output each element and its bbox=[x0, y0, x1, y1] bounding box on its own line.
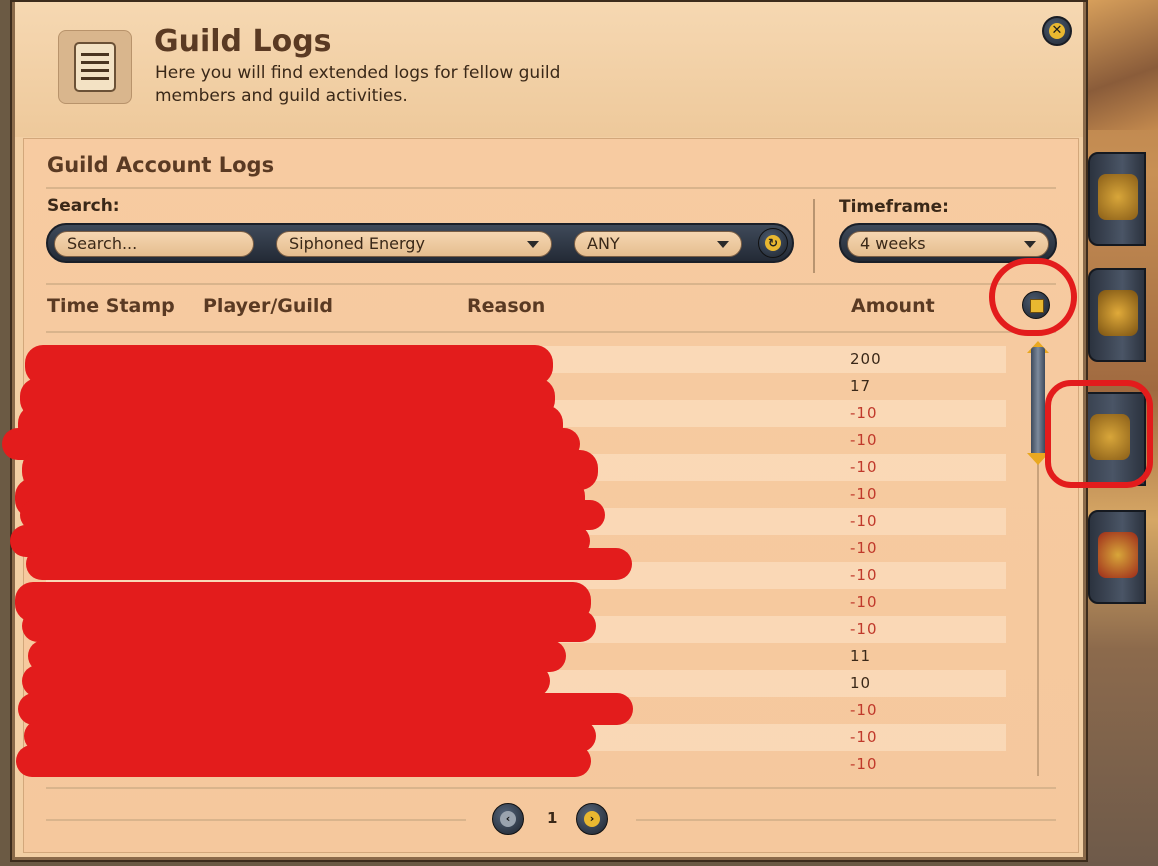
window-subtitle: Here you will find extended logs for fel… bbox=[155, 63, 561, 106]
amount-cell: 200 bbox=[850, 350, 882, 368]
amount-cell: -10 bbox=[850, 728, 878, 746]
close-button[interactable]: ✕ bbox=[1042, 16, 1072, 46]
bell-icon bbox=[1098, 174, 1138, 220]
next-page-button[interactable]: › bbox=[576, 803, 608, 835]
timeframe-bar: 4 weeks bbox=[839, 223, 1057, 263]
amount-cell: -10 bbox=[850, 755, 878, 773]
chevron-down-icon bbox=[527, 241, 539, 248]
amount-cell: -10 bbox=[850, 701, 878, 719]
window-title: Guild Logs bbox=[154, 24, 332, 59]
amount-cell: -10 bbox=[850, 620, 878, 638]
hud-button-guild-list[interactable] bbox=[1088, 268, 1146, 362]
section-title: Guild Account Logs bbox=[47, 153, 275, 177]
divider bbox=[46, 819, 466, 821]
page-number: 1 bbox=[547, 809, 558, 827]
amount-cell: -10 bbox=[850, 512, 878, 530]
column-header-player-guild[interactable]: Player/Guild bbox=[203, 295, 333, 317]
amount-cell: -10 bbox=[850, 539, 878, 557]
column-header-time-stamp[interactable]: Time Stamp bbox=[47, 295, 175, 317]
divider bbox=[636, 819, 1056, 821]
refresh-button[interactable]: ↻ bbox=[758, 228, 788, 258]
annotation-circle bbox=[1045, 380, 1153, 488]
list-icon bbox=[1098, 290, 1138, 336]
scroll-track bbox=[1037, 446, 1039, 776]
amount-cell: 11 bbox=[850, 647, 872, 665]
amount-cell: -10 bbox=[850, 593, 878, 611]
chevron-down-icon bbox=[717, 241, 729, 248]
amount-cell: -10 bbox=[850, 566, 878, 584]
redaction-mark bbox=[26, 548, 632, 580]
divider bbox=[46, 787, 1056, 789]
search-label: Search: bbox=[47, 196, 120, 216]
amount-cell: -10 bbox=[850, 404, 878, 422]
vertical-divider bbox=[813, 199, 815, 273]
hud-button-guild-alliance[interactable] bbox=[1088, 510, 1146, 604]
search-placeholder: Search... bbox=[67, 234, 138, 253]
annotation-circle bbox=[989, 258, 1077, 336]
column-header-reason[interactable]: Reason bbox=[467, 295, 545, 317]
timeframe-dropdown[interactable]: 4 weeks bbox=[847, 231, 1049, 257]
refresh-icon: ↻ bbox=[765, 235, 781, 251]
close-icon: ✕ bbox=[1049, 23, 1065, 39]
chevron-down-icon bbox=[1024, 241, 1036, 248]
shield-icon bbox=[1098, 532, 1138, 578]
column-header-amount[interactable]: Amount bbox=[851, 295, 935, 317]
type-filter-value: ANY bbox=[587, 234, 620, 253]
hud-button-guild-hall[interactable] bbox=[1088, 152, 1146, 246]
redaction-mark bbox=[16, 745, 591, 777]
chevron-right-icon: › bbox=[584, 811, 600, 827]
previous-page-button[interactable]: ‹ bbox=[492, 803, 524, 835]
amount-cell: -10 bbox=[850, 485, 878, 503]
amount-cell: -10 bbox=[850, 431, 878, 449]
divider bbox=[46, 187, 1056, 189]
reason-filter-value: Siphoned Energy bbox=[289, 234, 425, 253]
amount-cell: 17 bbox=[850, 377, 872, 395]
scroll-thumb[interactable] bbox=[1031, 347, 1045, 457]
pagination: ‹ 1 › bbox=[24, 803, 1078, 837]
sky bbox=[1080, 0, 1158, 130]
redaction-mark bbox=[22, 610, 596, 642]
reason-filter-dropdown[interactable]: Siphoned Energy bbox=[276, 231, 552, 257]
search-bar: Search... Siphoned Energy ANY ↻ bbox=[46, 223, 794, 263]
amount-cell: -10 bbox=[850, 458, 878, 476]
search-input[interactable]: Search... bbox=[54, 231, 254, 257]
scroll-icon bbox=[58, 30, 132, 104]
timeframe-value: 4 weeks bbox=[860, 234, 926, 253]
divider bbox=[46, 331, 1056, 333]
timeframe-label: Timeframe: bbox=[839, 197, 949, 217]
amount-cell: 10 bbox=[850, 674, 872, 692]
divider bbox=[46, 283, 1056, 285]
window-header: Guild Logs Here you will find extended l… bbox=[15, 2, 1083, 137]
type-filter-dropdown[interactable]: ANY bbox=[574, 231, 742, 257]
chevron-left-icon: ‹ bbox=[500, 811, 516, 827]
